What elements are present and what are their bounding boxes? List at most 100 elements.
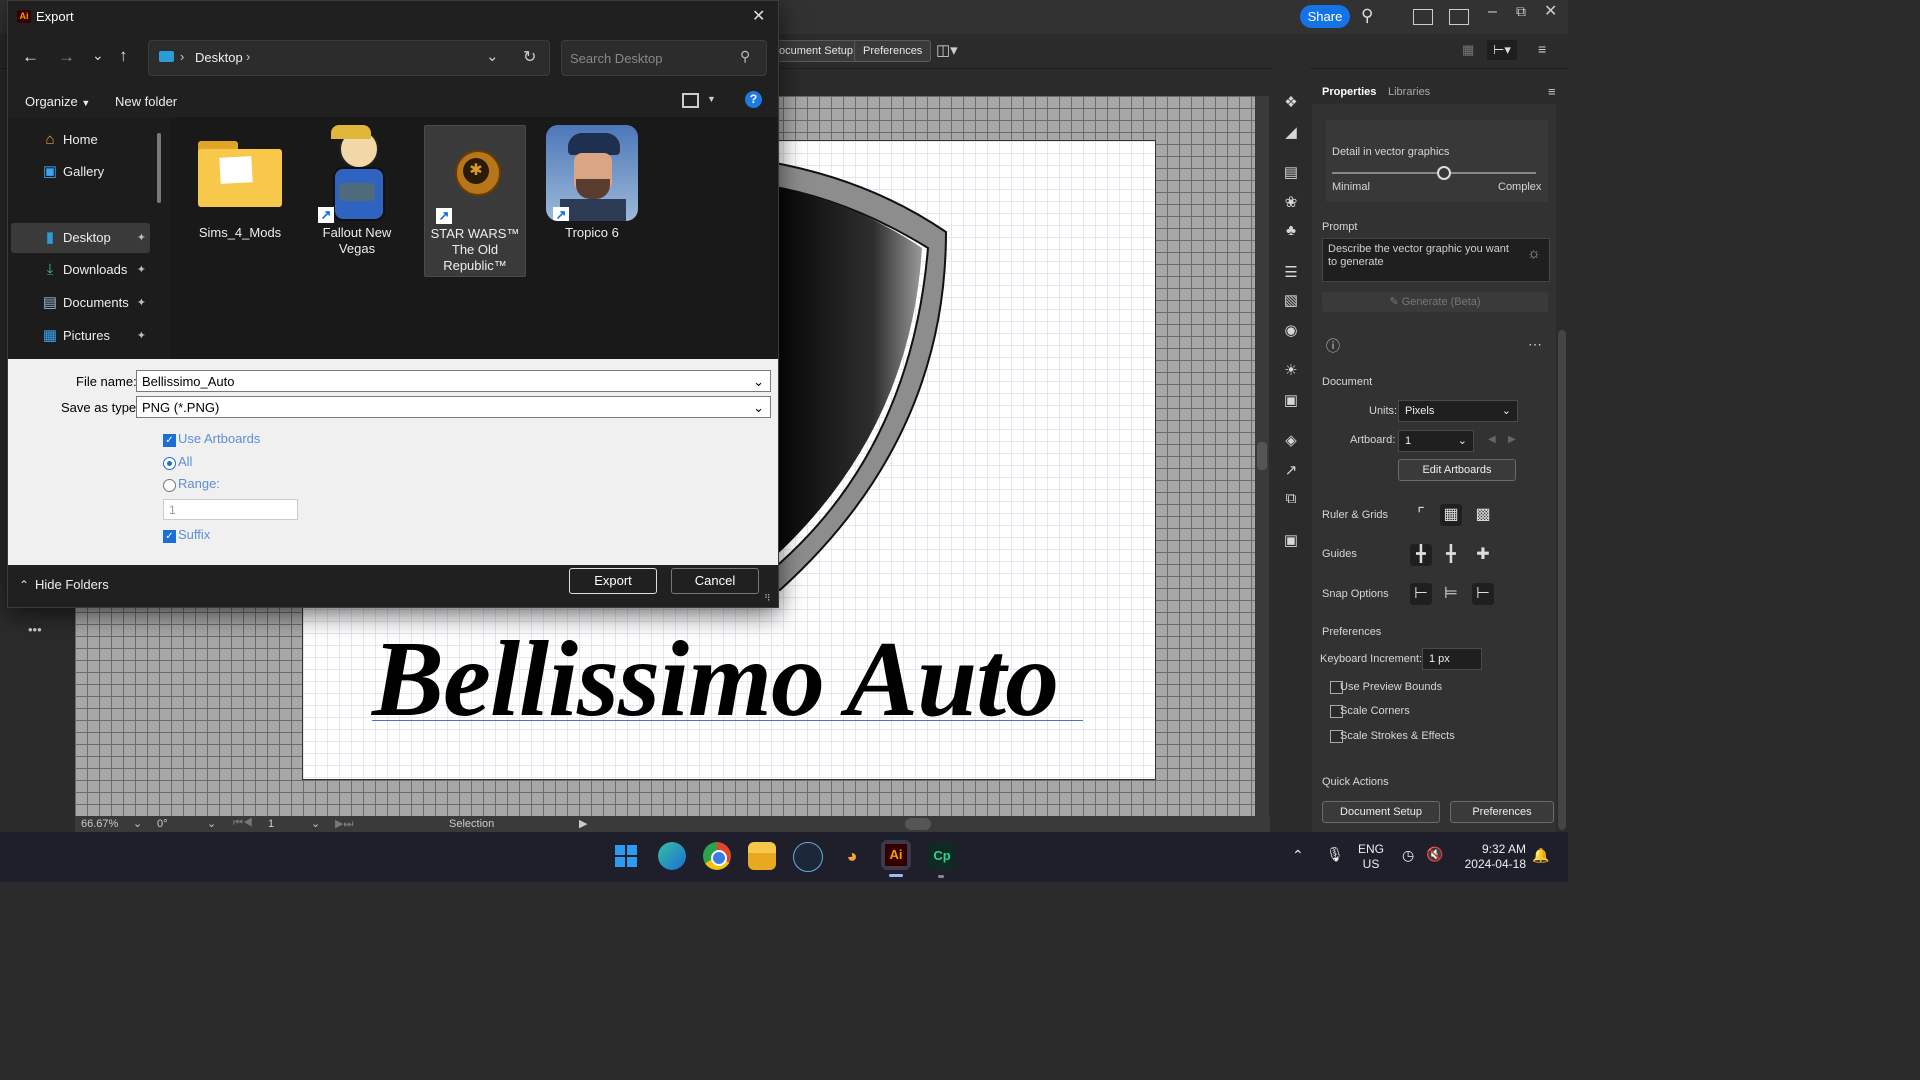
edit-artboards-button[interactable]: Edit Artboards [1398, 459, 1516, 481]
search-icon[interactable]: ⚲ [1361, 6, 1373, 26]
arrange-icon[interactable]: ◫▾ [936, 41, 958, 59]
rotation-value[interactable]: 0° [157, 818, 168, 830]
range-input[interactable]: 1 [163, 499, 298, 520]
hide-folders-button[interactable]: Hide Folders [35, 577, 109, 592]
canvas-vertical-scrollbar[interactable] [1255, 96, 1269, 816]
horizontal-scroll-thumb[interactable] [905, 818, 931, 830]
lightbulb-icon[interactable]: ☼ [1527, 245, 1541, 262]
microphone-icon[interactable]: 🎙 [1326, 846, 1344, 863]
workspace-icon[interactable] [1413, 9, 1433, 25]
dialog-title-bar[interactable]: Ai Export ✕ [8, 1, 778, 33]
detail-slider-track[interactable] [1332, 172, 1536, 174]
rotation-dropdown-icon[interactable]: ⌄ [207, 817, 216, 830]
sidebar-item-gallery[interactable]: ▣ Gallery [11, 157, 150, 187]
properties-scroll-thumb[interactable] [1558, 330, 1566, 830]
export-button[interactable]: Export [569, 568, 657, 594]
file-item-sims-4-mods[interactable]: Sims_4_Mods [190, 125, 290, 275]
address-bar[interactable]: › Desktop › ⌄ ↻ [148, 40, 550, 76]
share-button[interactable]: Share [1300, 5, 1350, 28]
graphic-styles-icon[interactable]: ▣ [1282, 392, 1300, 410]
qa-preferences-button[interactable]: Preferences [1450, 801, 1554, 823]
close-icon[interactable]: ✕ [752, 6, 765, 26]
export-asset-icon[interactable]: ↗ [1282, 462, 1300, 480]
layers-icon[interactable]: ◈ [1282, 432, 1300, 450]
units-select[interactable]: Pixels ⌄ [1398, 400, 1518, 422]
file-item-star-wars-tor[interactable]: ✱ ↗ STAR WARS™ The Old Republic™ [424, 125, 526, 277]
file-item-fallout-new-vegas[interactable]: ↗ Fallout New Vegas [307, 125, 407, 275]
recent-locations-icon[interactable]: ⌄ [92, 47, 104, 64]
sidebar-item-home[interactable]: ⌂ Home [11, 125, 150, 155]
organize-menu[interactable]: Organize ▼ [25, 94, 90, 109]
status-menu-icon[interactable]: ▶ [579, 817, 587, 830]
snap-point-icon[interactable]: ⊢ [1410, 583, 1432, 605]
transparency-icon[interactable]: ◉ [1282, 322, 1300, 340]
volume-muted-icon[interactable]: 🔇 [1426, 846, 1443, 863]
lock-guides-icon[interactable]: ╋ [1440, 544, 1462, 566]
cancel-button[interactable]: Cancel [671, 568, 759, 594]
view-mode-icon[interactable] [682, 93, 699, 108]
captivate-taskbar-icon[interactable]: Cp [928, 842, 956, 870]
comments-icon[interactable]: ▣ [1282, 532, 1300, 550]
search-input[interactable]: Search Desktop [570, 51, 663, 66]
last-artboard-icon[interactable]: ▶⏭ [335, 817, 353, 831]
breadcrumb-chevron-icon[interactable]: › [246, 49, 250, 64]
stroke-icon[interactable]: ☰ [1282, 264, 1300, 282]
grid-icon[interactable]: ▦ [1440, 504, 1462, 526]
generate-button[interactable]: ✎ Generate (Beta) [1322, 292, 1548, 312]
file-explorer-icon[interactable] [748, 842, 776, 870]
tray-overflow-icon[interactable]: ⌃ [1292, 847, 1304, 864]
new-folder-button[interactable]: New folder [115, 94, 177, 109]
smart-guides-icon[interactable]: ✚ [1472, 544, 1494, 566]
more-tools-icon[interactable]: ••• [28, 622, 42, 637]
snap-pixel-icon[interactable]: ⊨ [1440, 583, 1462, 605]
zoom-level[interactable]: 66.67% [81, 818, 118, 830]
steam-icon[interactable] [793, 842, 823, 872]
more-options-icon[interactable]: ⋯ [1528, 336, 1542, 353]
keyboard-increment-input[interactable]: 1 px [1422, 648, 1482, 670]
guides-icon[interactable]: ╋ [1410, 544, 1432, 566]
libraries-icon[interactable]: ▤ [1282, 164, 1300, 182]
refresh-icon[interactable]: ↻ [523, 47, 536, 67]
zoom-dropdown-icon[interactable]: ⌄ [133, 817, 142, 830]
scroll-thumb[interactable] [1257, 442, 1267, 470]
tab-properties[interactable]: Properties [1322, 80, 1376, 104]
sidebar-item-desktop[interactable]: ▮ Desktop ✦ [11, 223, 150, 253]
panel-options-icon[interactable]: ≡ [1548, 84, 1556, 99]
logo-text[interactable]: Bellissimo Auto [372, 618, 1059, 742]
snap-toggle-icon[interactable]: ⊢▾ [1487, 40, 1517, 60]
prompt-input[interactable]: Describe the vector graphic you want to … [1322, 238, 1550, 282]
artboard-select[interactable]: 1 ⌄ [1398, 430, 1474, 452]
qa-document-setup-button[interactable]: Document Setup [1322, 801, 1440, 823]
next-artboard-icon[interactable]: ▶ [1508, 434, 1516, 445]
info-icon[interactable]: ⓘ [1326, 336, 1340, 356]
prev-artboard-icon[interactable]: ◀ [1488, 434, 1496, 445]
sidebar-item-pictures[interactable]: ▦ Pictures ✦ [11, 321, 150, 351]
nav-scroll-thumb[interactable] [157, 133, 161, 203]
file-item-tropico-6[interactable]: ↗ Tropico 6 [542, 125, 642, 275]
close-app-icon[interactable]: ✕ [1544, 1, 1557, 21]
3d-icon[interactable]: ❖ [1282, 94, 1300, 112]
restore-icon[interactable]: ⧉ [1516, 3, 1526, 20]
windows-start-icon[interactable] [612, 842, 640, 870]
suffix-checkbox[interactable]: ✓ [163, 530, 176, 543]
first-artboard-icon[interactable]: ⏮◀ [233, 817, 253, 830]
file-name-input[interactable]: Bellissimo_Auto ⌄ [136, 370, 771, 392]
gradient-tool-icon[interactable]: ◢ [1282, 124, 1300, 142]
notifications-icon[interactable]: 🔔 [1532, 847, 1549, 864]
up-arrow-icon[interactable]: ↑ [119, 46, 128, 66]
snap-glyph-icon[interactable]: ⊢ [1472, 583, 1494, 605]
artboard-number[interactable]: 1 [268, 818, 274, 830]
breadcrumb[interactable]: Desktop [195, 50, 243, 65]
grid-snap-icon[interactable]: ▦ [1462, 42, 1474, 58]
chevron-up-icon[interactable]: ⌃ [19, 578, 29, 592]
artboards-icon[interactable]: ⧉ [1282, 490, 1300, 508]
transparency-grid-icon[interactable]: ▩ [1472, 504, 1494, 526]
search-icon[interactable]: ⚲ [740, 48, 750, 65]
chrome-icon[interactable] [703, 842, 731, 870]
panel-layout-icon[interactable] [1449, 9, 1469, 25]
range-radio[interactable] [163, 479, 176, 492]
language-indicator[interactable]: ENG US [1358, 842, 1384, 872]
sidebar-item-downloads[interactable]: ⤓ Downloads ✦ [11, 255, 150, 285]
wifi-icon[interactable]: ◷ [1402, 847, 1414, 864]
illustrator-taskbar-icon[interactable]: Ai [881, 840, 911, 870]
